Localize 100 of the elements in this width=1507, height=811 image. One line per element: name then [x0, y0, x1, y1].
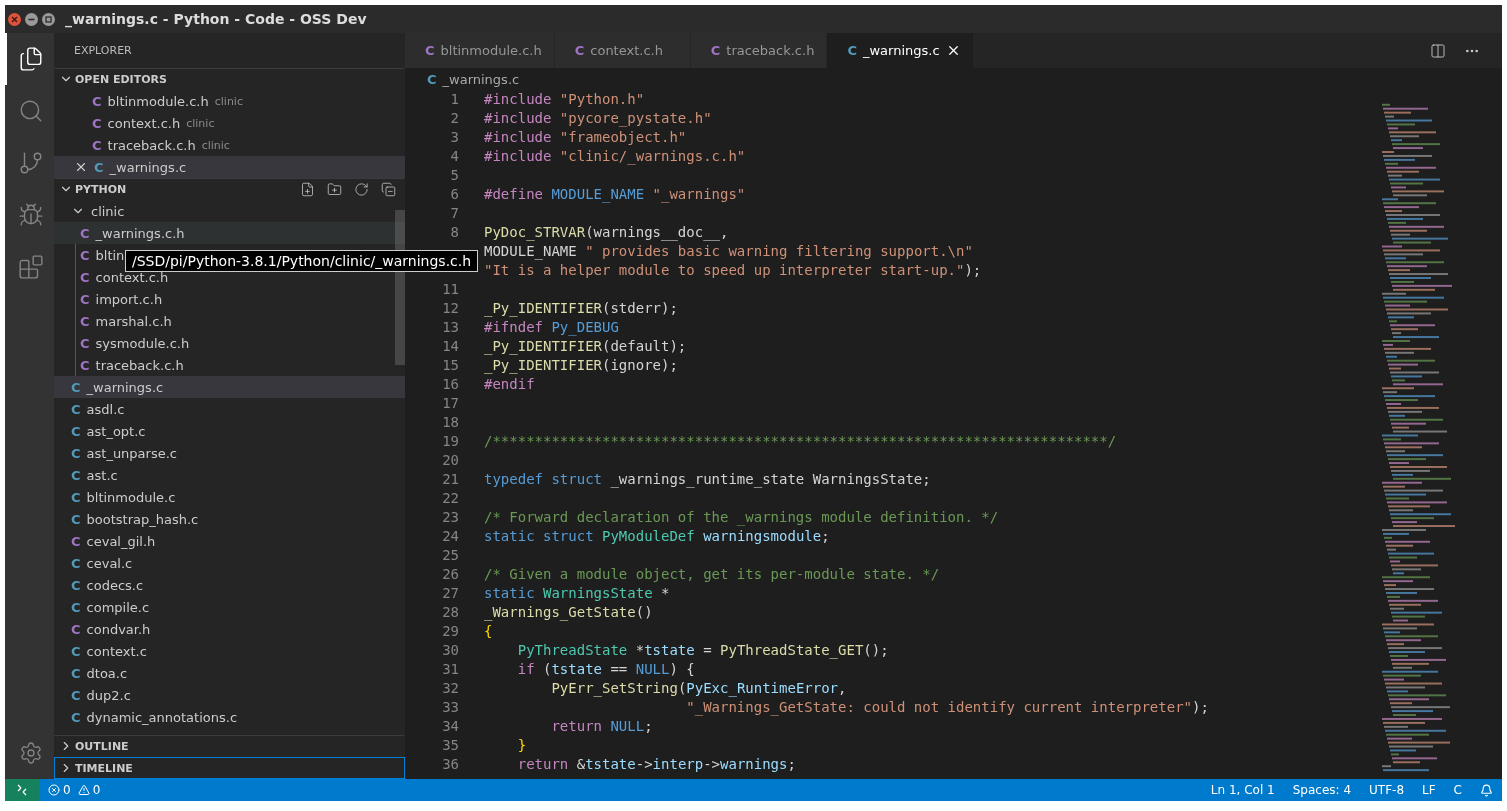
- split-editor-icon[interactable]: [1430, 42, 1446, 59]
- line-number: 23: [441, 508, 459, 527]
- refresh-icon[interactable]: [354, 181, 369, 197]
- open-editor-item[interactable]: C bltinmodule.c.h clinic: [54, 90, 405, 112]
- file-name: import.c.h: [95, 291, 163, 307]
- c-file-icon: C: [92, 137, 102, 153]
- c-file-icon: C: [710, 43, 721, 58]
- line-number: 3: [449, 128, 459, 147]
- error-icon: [48, 784, 60, 796]
- file-item[interactable]: C marshal.c.h: [54, 310, 405, 332]
- code-line: _Py_IDENTIFIER(stderr);: [484, 299, 678, 318]
- line-number: 24: [441, 527, 459, 546]
- code-line: return NULL;: [550, 717, 653, 736]
- tab-label: traceback.c.h: [726, 43, 815, 58]
- line-number: 22: [441, 489, 459, 508]
- file-item[interactable]: C context.c: [54, 640, 405, 662]
- line-number: 19: [441, 432, 459, 451]
- open-editor-item[interactable]: C context.c.h clinic: [54, 112, 405, 134]
- file-item[interactable]: C import.c.h: [54, 288, 405, 310]
- section-title[interactable]: OPEN EDITORS: [75, 72, 167, 86]
- line-number: 11: [441, 280, 459, 299]
- line-number: 26: [441, 565, 459, 584]
- code-line: PyDoc_STRVAR(warnings__doc__,: [484, 223, 729, 242]
- file-name: dup2.c: [86, 687, 131, 703]
- editor-tab[interactable]: C _warnings.c: [827, 33, 974, 68]
- file-item[interactable]: C sysmodule.c.h: [54, 332, 405, 354]
- code-line: }: [516, 736, 527, 755]
- c-file-icon: C: [574, 43, 585, 58]
- status-item[interactable]: C: [1444, 783, 1471, 797]
- line-number: 27: [441, 584, 459, 603]
- collapse-icon[interactable]: [381, 181, 396, 197]
- line-number: 12: [441, 299, 459, 318]
- file-item[interactable]: C ast.c: [54, 464, 405, 486]
- file-item[interactable]: C bltinmodule.c: [54, 486, 405, 508]
- new-file-icon[interactable]: [300, 181, 315, 197]
- folder-item[interactable]: clinic: [54, 200, 405, 222]
- editor-tab[interactable]: C context.c.h: [554, 33, 691, 68]
- breadcrumb-item[interactable]: _warnings.c: [442, 71, 520, 87]
- new-folder-icon[interactable]: [327, 181, 342, 197]
- code-line: _Py_IDENTIFIER(default);: [484, 337, 687, 356]
- error-count[interactable]: 0: [63, 783, 71, 797]
- c-file-icon: C: [71, 379, 81, 395]
- section-header[interactable]: OUTLINE: [54, 735, 405, 757]
- file-item[interactable]: C dtoa.c: [54, 662, 405, 684]
- file-item[interactable]: C dynamic_annotations.c: [54, 706, 405, 728]
- c-file-icon: C: [71, 555, 81, 571]
- status-item[interactable]: UTF-8: [1360, 783, 1413, 797]
- file-name: ceval_gil.h: [86, 533, 156, 549]
- status-item[interactable]: LF: [1413, 783, 1445, 797]
- line-number: 31: [441, 660, 459, 679]
- tab-label: _warnings.c: [862, 43, 940, 58]
- line-number: 34: [441, 717, 459, 736]
- line-number: 29: [441, 622, 459, 641]
- file-item[interactable]: C ast_opt.c: [54, 420, 405, 442]
- status-item[interactable]: Ln 1, Col 1: [1201, 783, 1284, 797]
- file-item[interactable]: C bootstrap_hash.c: [54, 508, 405, 530]
- file-item[interactable]: C _warnings.c: [54, 376, 405, 398]
- file-item[interactable]: C traceback.c.h: [54, 354, 405, 376]
- open-editor-item[interactable]: C _warnings.c: [54, 156, 405, 178]
- tab-label: bltinmodule.c.h: [440, 43, 542, 58]
- c-file-icon: C: [71, 621, 81, 637]
- file-item[interactable]: C ceval_gil.h: [54, 530, 405, 552]
- file-item[interactable]: C ceval.c: [54, 552, 405, 574]
- tab-label: context.c.h: [590, 43, 663, 58]
- focused-section-header[interactable]: TIMELINE: [54, 757, 405, 779]
- code-line: #ifndef Py_DEBUG: [484, 318, 619, 337]
- file-name: bltin: [95, 247, 125, 263]
- file-item[interactable]: C _warnings.c.h: [54, 222, 405, 244]
- code-line: _Py_IDENTIFIER(ignore);: [484, 356, 678, 375]
- code-line: MODULE_NAME " provides basic warning filtering support.\n": [484, 242, 973, 261]
- line-number: 13: [441, 318, 459, 337]
- minimize-icon[interactable]: [25, 12, 38, 26]
- warning-count[interactable]: 0: [92, 783, 101, 797]
- code-line: if (tstate == NULL) {: [516, 660, 695, 679]
- file-item[interactable]: C ast_unparse.c: [54, 442, 405, 464]
- editor-tab[interactable]: C bltinmodule.c.h: [405, 33, 555, 68]
- file-item[interactable]: C codecs.c: [54, 574, 405, 596]
- maximize-icon[interactable]: [42, 12, 55, 26]
- file-item[interactable]: C asdl.c: [54, 398, 405, 420]
- open-editor-item[interactable]: C traceback.c.h clinic: [54, 134, 405, 156]
- file-name: context.c.h: [95, 269, 169, 285]
- file-name: traceback.c.h: [95, 357, 184, 373]
- code-line: /* Given a module object, get its per-module state. */: [484, 565, 940, 584]
- code-line: #include "pycore_pystate.h": [484, 109, 712, 128]
- line-number: 33: [441, 698, 459, 717]
- file-item[interactable]: C compile.c: [54, 596, 405, 618]
- close-icon[interactable]: [74, 160, 88, 174]
- code-line: #include "clinic/_warnings.c.h": [484, 147, 746, 166]
- code-line: typedef struct _warnings_runtime_state WarningsState;: [484, 470, 931, 489]
- file-name: ast.c: [86, 467, 118, 483]
- window-title: _warnings.c - Python - Code - OSS Dev: [65, 11, 367, 27]
- file-name: compile.c: [86, 599, 150, 615]
- editor-tab[interactable]: C traceback.c.h: [690, 33, 828, 68]
- file-item[interactable]: C dup2.c: [54, 684, 405, 706]
- line-number: 16: [441, 375, 459, 394]
- section-title[interactable]: PYTHON: [75, 182, 127, 196]
- status-item[interactable]: Spaces: 4: [1283, 783, 1361, 797]
- folder-hint: clinic: [186, 116, 215, 130]
- line-number: 28: [441, 603, 459, 622]
- file-item[interactable]: C condvar.h: [54, 618, 405, 640]
